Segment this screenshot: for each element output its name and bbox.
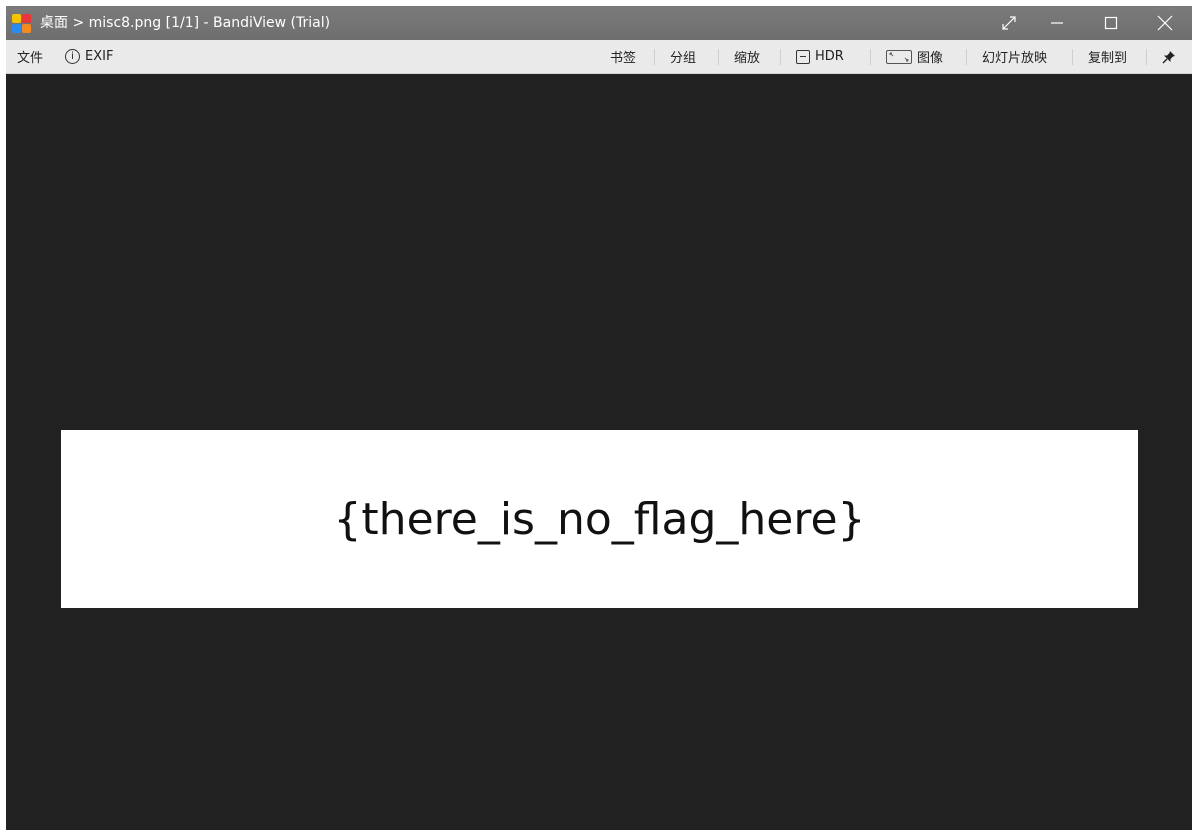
toolbar-divider <box>1072 49 1073 65</box>
window-title: 桌面 > misc8.png [1/1] - BandiView (Trial) <box>40 15 331 31</box>
slideshow-label: 幻灯片放映 <box>982 51 1048 66</box>
maximize-icon <box>1104 16 1118 30</box>
toolbar-divider <box>780 49 781 65</box>
fullscreen-button[interactable] <box>986 6 1032 40</box>
image-button[interactable]: 图像 <box>886 40 943 73</box>
exif-button[interactable]: i EXIF <box>65 40 113 73</box>
hdr-icon <box>796 49 810 64</box>
toolbar: 文件 i EXIF 书签 分组 缩放 HDR 图像 幻灯片放映 复制到 <box>6 40 1192 74</box>
toolbar-divider <box>870 49 871 65</box>
minimize-icon <box>1051 22 1063 24</box>
zoom-label: 缩放 <box>734 51 761 66</box>
slideshow-button[interactable]: 幻灯片放映 <box>982 40 1047 73</box>
toolbar-divider <box>718 49 719 65</box>
minimize-button[interactable] <box>1034 6 1080 40</box>
close-button[interactable] <box>1142 6 1188 40</box>
maximize-button[interactable] <box>1088 6 1134 40</box>
image-text: {there_is_no_flag_here} <box>333 493 866 545</box>
image-label: 图像 <box>917 51 944 66</box>
bandiview-logo-icon <box>12 14 32 34</box>
bandiview-window: 桌面 > misc8.png [1/1] - BandiView (Trial)… <box>6 6 1192 830</box>
file-menu[interactable]: 文件 <box>17 40 43 73</box>
copy-to-button[interactable]: 复制到 <box>1088 40 1127 73</box>
title-bar[interactable]: 桌面 > misc8.png [1/1] - BandiView (Trial) <box>6 6 1192 40</box>
hdr-label: HDR <box>815 49 844 64</box>
copy-to-label: 复制到 <box>1088 51 1128 66</box>
image-fit-icon <box>886 49 912 64</box>
pin-button[interactable] <box>1162 40 1176 73</box>
group-label: 分组 <box>670 51 697 66</box>
exif-label: EXIF <box>85 49 114 64</box>
bookmark-button[interactable]: 书签 <box>610 40 636 73</box>
pin-icon <box>1162 50 1175 63</box>
toolbar-divider <box>654 49 655 65</box>
info-icon: i <box>65 49 80 64</box>
file-menu-label: 文件 <box>17 51 44 66</box>
close-icon <box>1157 15 1173 31</box>
displayed-image[interactable]: {there_is_no_flag_here} <box>61 430 1138 608</box>
group-button[interactable]: 分组 <box>670 40 696 73</box>
bookmark-label: 书签 <box>610 51 637 66</box>
hdr-button[interactable]: HDR <box>796 40 844 73</box>
toolbar-divider <box>966 49 967 65</box>
fullscreen-arrow-icon <box>1002 16 1016 30</box>
zoom-button[interactable]: 缩放 <box>734 40 760 73</box>
toolbar-divider <box>1146 49 1147 65</box>
